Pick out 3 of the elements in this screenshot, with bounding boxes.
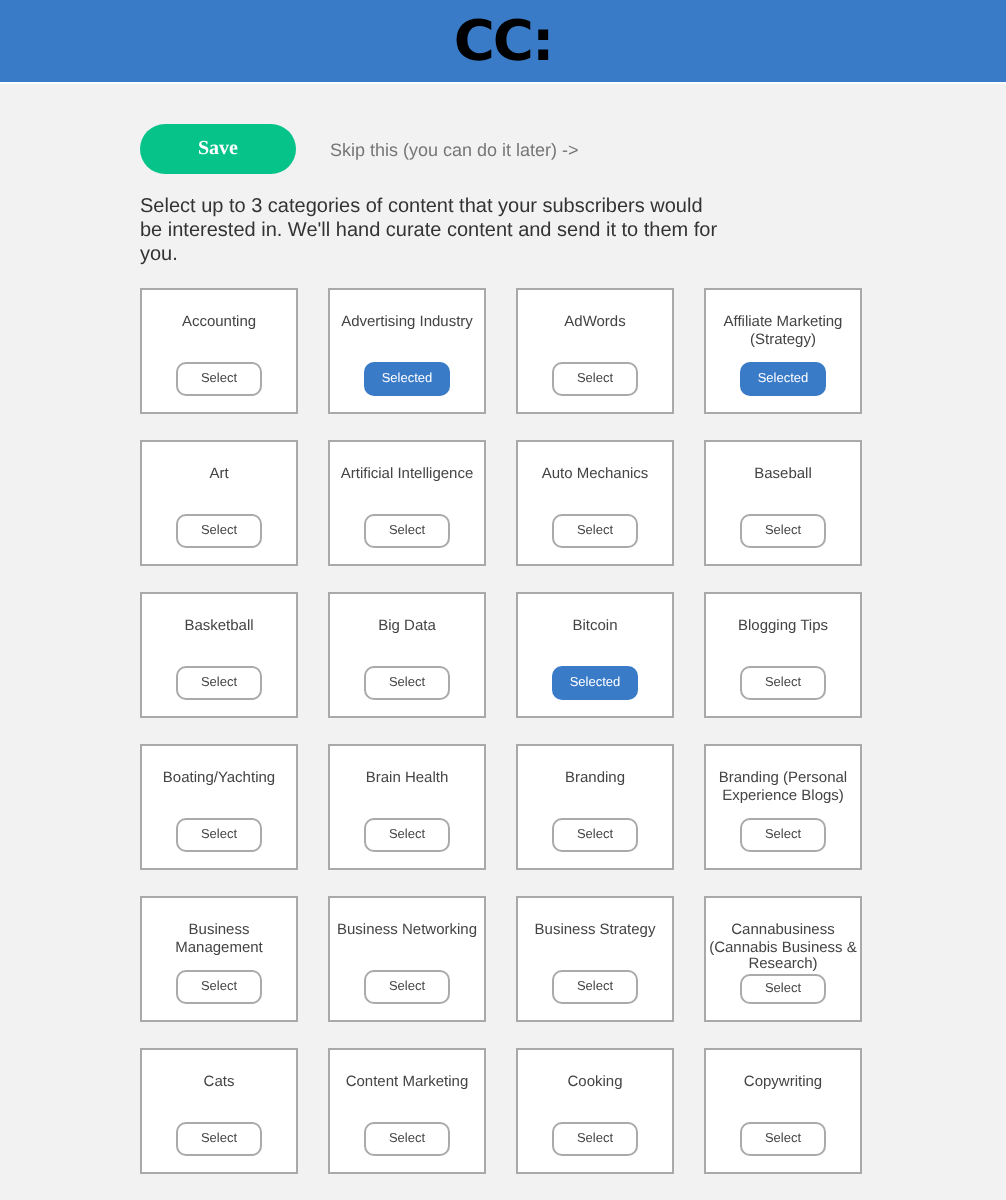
skip-link[interactable]: Skip this (you can do it later) -> [330,139,579,159]
logo: CC: [453,8,553,74]
instructions-text: Select up to 3 categories of content that your subscribers would be interested in. We'll hand curate content and send it to them for you. [140,196,720,268]
